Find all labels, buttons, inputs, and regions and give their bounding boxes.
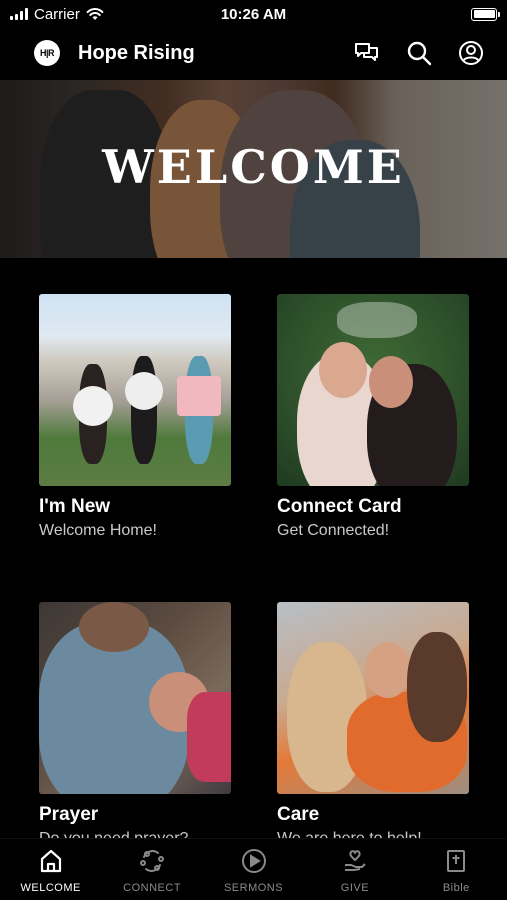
- nav-label: CONNECT: [123, 882, 182, 894]
- header-actions: [353, 39, 485, 67]
- nav-label: WELCOME: [20, 882, 81, 894]
- neon-sign: [337, 302, 417, 338]
- nav-label: GIVE: [340, 882, 370, 894]
- hero-banner[interactable]: WELCOME: [0, 80, 507, 258]
- card-subtitle: Welcome Home!: [39, 522, 157, 539]
- card-care[interactable]: Care We are here to help!: [277, 602, 469, 848]
- give-icon: [341, 847, 369, 875]
- card-subtitle: Get Connected!: [277, 522, 390, 539]
- card-prayer[interactable]: Prayer Do you need prayer?: [39, 602, 231, 848]
- nav-item-welcome[interactable]: WELCOME: [0, 839, 101, 900]
- nav-item-connect[interactable]: CONNECT: [101, 839, 202, 900]
- photo-face: [369, 356, 413, 408]
- nav-label: Bible: [442, 882, 470, 894]
- photo-face: [319, 342, 367, 398]
- card-title: Care: [277, 804, 320, 825]
- card-image: [39, 294, 231, 486]
- photo-sign: [125, 372, 163, 410]
- nav-item-sermons[interactable]: SERMONS: [203, 839, 304, 900]
- signal-icon: [10, 8, 28, 20]
- status-bar: Carrier 10:26 AM: [0, 0, 507, 28]
- card-image: [277, 602, 469, 794]
- card-title: Connect Card: [277, 496, 402, 517]
- photo-face: [365, 642, 411, 698]
- card-title: Prayer: [39, 804, 99, 825]
- battery-icon: [471, 7, 500, 21]
- card-image: [277, 294, 469, 486]
- status-left: Carrier: [10, 6, 104, 23]
- profile-icon[interactable]: [457, 39, 485, 67]
- card-connect-card[interactable]: Connect Card Get Connected!: [277, 294, 469, 540]
- nav-item-give[interactable]: GIVE: [304, 839, 405, 900]
- photo-sign: [177, 376, 221, 416]
- photo-sign: [73, 386, 113, 426]
- home-icon: [37, 847, 65, 875]
- bottom-nav: WELCOME CONNECT SERMONS GIVE Bible: [0, 838, 507, 900]
- app-header: H|R Hope Rising: [0, 28, 507, 78]
- card-image: [39, 602, 231, 794]
- hero-title: WELCOME: [102, 140, 405, 194]
- nav-label: SERMONS: [223, 882, 284, 894]
- chat-icon[interactable]: [353, 39, 381, 67]
- app-logo[interactable]: H|R: [34, 40, 60, 66]
- photo-figure: [79, 602, 149, 652]
- card-im-new[interactable]: I'm New Welcome Home!: [39, 294, 231, 540]
- nav-item-bible[interactable]: Bible: [406, 839, 507, 900]
- app-title: Hope Rising: [78, 41, 195, 64]
- connect-icon: [138, 847, 166, 875]
- search-icon[interactable]: [405, 39, 433, 67]
- card-title: I'm New: [39, 496, 111, 517]
- bible-icon: [442, 847, 470, 875]
- photo-figure: [407, 632, 467, 742]
- wifi-icon: [86, 8, 104, 20]
- play-icon: [240, 847, 268, 875]
- carrier-label: Carrier: [34, 5, 80, 23]
- photo-figure: [187, 692, 231, 782]
